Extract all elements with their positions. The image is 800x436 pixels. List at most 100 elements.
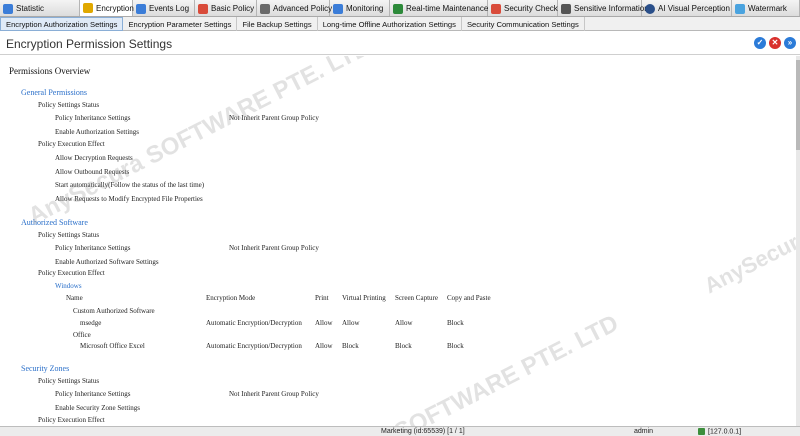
zones-inherit-label: Policy Inheritance Settings — [55, 390, 131, 398]
permissions-overview-panel: Permissions Overview General Permissions… — [0, 56, 796, 426]
zones-inherit-value: Not Inherit Parent Group Policy — [229, 390, 319, 398]
ai-icon — [645, 3, 655, 14]
authorized-software-heading: Authorized Software — [21, 218, 88, 227]
sensitive-icon — [561, 3, 571, 14]
software-inherit-label: Policy Inheritance Settings — [55, 244, 131, 252]
software-group-label: Custom Authorized Software — [73, 307, 155, 315]
software-capture: Allow — [395, 319, 413, 327]
general-effect-item: Start automatically(Follow the status of… — [55, 181, 205, 189]
page-header: Encryption Permission Settings ✓ ✕ » — [0, 31, 800, 55]
column-header-mode: Encryption Mode — [206, 294, 256, 302]
column-header-capture: Screen Capture — [395, 294, 438, 302]
software-name: msedge — [80, 319, 102, 327]
tab-security-check[interactable]: Security Check — [488, 0, 558, 16]
status-user: admin — [634, 428, 654, 435]
general-effect-item: Allow Outbound Requests — [55, 168, 130, 176]
general-status-label: Policy Settings Status — [38, 101, 100, 109]
software-effect-label: Policy Execution Effect — [38, 269, 105, 277]
tab-advanced-policy[interactable]: Advanced Policy — [257, 0, 333, 16]
page-title: Encryption Permission Settings — [6, 37, 173, 51]
tab-ai-visual-perception[interactable]: AI Visual Perception — [642, 0, 732, 16]
subtab-security-communication[interactable]: Security Communication Settings — [462, 17, 585, 31]
advanced-policy-icon — [260, 3, 270, 14]
watermark-text: AnySecura — [700, 223, 796, 299]
column-header-print: Print — [315, 294, 329, 302]
tab-label: Advanced Policy — [273, 4, 333, 13]
zones-status-label: Policy Settings Status — [38, 377, 100, 385]
status-ip-text: [127.0.0.1] — [708, 428, 742, 436]
software-copy: Block — [447, 342, 464, 350]
software-print: Allow — [315, 342, 333, 350]
tab-label: Basic Policy — [211, 4, 255, 13]
software-print: Allow — [315, 319, 333, 327]
general-effect-item: Allow Requests to Modify Encrypted File … — [55, 195, 203, 203]
general-inherit-label: Policy Inheritance Settings — [55, 114, 131, 122]
network-icon — [698, 428, 705, 435]
settings-sub-tab-bar: Encryption Authorization Settings Encryp… — [0, 17, 800, 31]
subtab-encryption-authorization[interactable]: Encryption Authorization Settings — [0, 17, 124, 31]
tab-events-log[interactable]: Events Log — [133, 0, 195, 16]
tab-monitoring[interactable]: Monitoring — [330, 0, 390, 16]
column-header-name: Name — [66, 294, 83, 302]
security-check-icon — [491, 3, 501, 14]
tab-label: Events Log — [149, 4, 190, 13]
tab-label: Security Check — [504, 4, 558, 13]
overview-title: Permissions Overview — [9, 66, 91, 76]
subtab-file-backup[interactable]: File Backup Settings — [237, 17, 318, 31]
general-effect-label: Policy Execution Effect — [38, 140, 105, 148]
software-capture: Block — [395, 342, 412, 350]
tab-label: Monitoring — [346, 4, 384, 13]
statistics-icon — [3, 3, 13, 14]
tab-sensitive-information[interactable]: Sensitive Information — [558, 0, 649, 16]
column-header-virtual: Virtual Printing — [342, 294, 386, 302]
os-windows-label: Windows — [55, 282, 82, 290]
status-bar: Marketing (id:65539) [1 / 1] admin [127.… — [0, 426, 800, 436]
software-inherit-value: Not Inherit Parent Group Policy — [229, 244, 319, 252]
tab-watermark[interactable]: Watermark — [732, 0, 800, 16]
software-mode: Automatic Encryption/Decryption — [206, 319, 302, 327]
general-effect-item: Allow Decryption Requests — [55, 154, 133, 162]
general-enable-label: Enable Authorization Settings — [55, 128, 139, 136]
tab-label: Sensitive Information — [574, 4, 649, 13]
software-virtual: Block — [342, 342, 359, 350]
lock-icon — [83, 3, 93, 13]
scrollbar-thumb[interactable] — [796, 60, 800, 150]
confirm-button[interactable]: ✓ — [754, 37, 766, 49]
watermark-icon — [735, 3, 745, 14]
watermark-text: SOFTWARE PTE. LTD — [390, 309, 623, 426]
subtab-offline-authorization[interactable]: Long-time Offline Authorization Settings — [318, 17, 462, 31]
software-name: Microsoft Office Excel — [80, 342, 145, 350]
general-permissions-heading: General Permissions — [21, 88, 87, 97]
software-virtual: Allow — [342, 319, 360, 327]
software-group-label: Office — [73, 331, 91, 339]
zones-effect-label: Policy Execution Effect — [38, 416, 105, 424]
tab-label: Statistic — [16, 4, 45, 13]
tab-basic-policy[interactable]: Basic Policy — [195, 0, 257, 16]
tab-label: AI Visual Perception — [658, 4, 730, 13]
monitor-icon — [333, 3, 343, 14]
software-enable-label: Enable Authorized Software Settings — [55, 258, 159, 266]
status-group: Marketing (id:65539) [1 / 1] — [381, 428, 465, 435]
tab-encryption[interactable]: Encryption — [80, 0, 134, 16]
tab-label: Real-time Maintenance — [406, 4, 489, 13]
column-header-copy: Copy and Paste — [447, 294, 491, 302]
more-button[interactable]: » — [784, 37, 796, 49]
software-copy: Block — [447, 319, 464, 327]
tab-statistics[interactable]: Statistic — [0, 0, 80, 16]
general-inherit-value: Not Inherit Parent Group Policy — [229, 114, 319, 122]
close-button[interactable]: ✕ — [769, 37, 781, 49]
software-status-label: Policy Settings Status — [38, 231, 100, 239]
status-ip: [127.0.0.1] — [698, 428, 741, 435]
tab-label: Watermark — [748, 4, 787, 13]
zones-enable-label: Enable Security Zone Settings — [55, 404, 140, 412]
tab-real-time-maintenance[interactable]: Real-time Maintenance — [390, 0, 489, 16]
maintenance-icon — [393, 3, 403, 14]
software-mode: Automatic Encryption/Decryption — [206, 342, 302, 350]
module-tab-bar: Statistic Encryption Events Log Basic Po… — [0, 0, 800, 17]
vertical-scrollbar[interactable] — [796, 56, 800, 426]
policy-icon — [198, 3, 208, 14]
tab-label: Encryption — [96, 3, 134, 13]
security-zones-heading: Security Zones — [21, 364, 70, 373]
log-icon — [136, 3, 146, 14]
subtab-encryption-parameter[interactable]: Encryption Parameter Settings — [123, 17, 238, 31]
